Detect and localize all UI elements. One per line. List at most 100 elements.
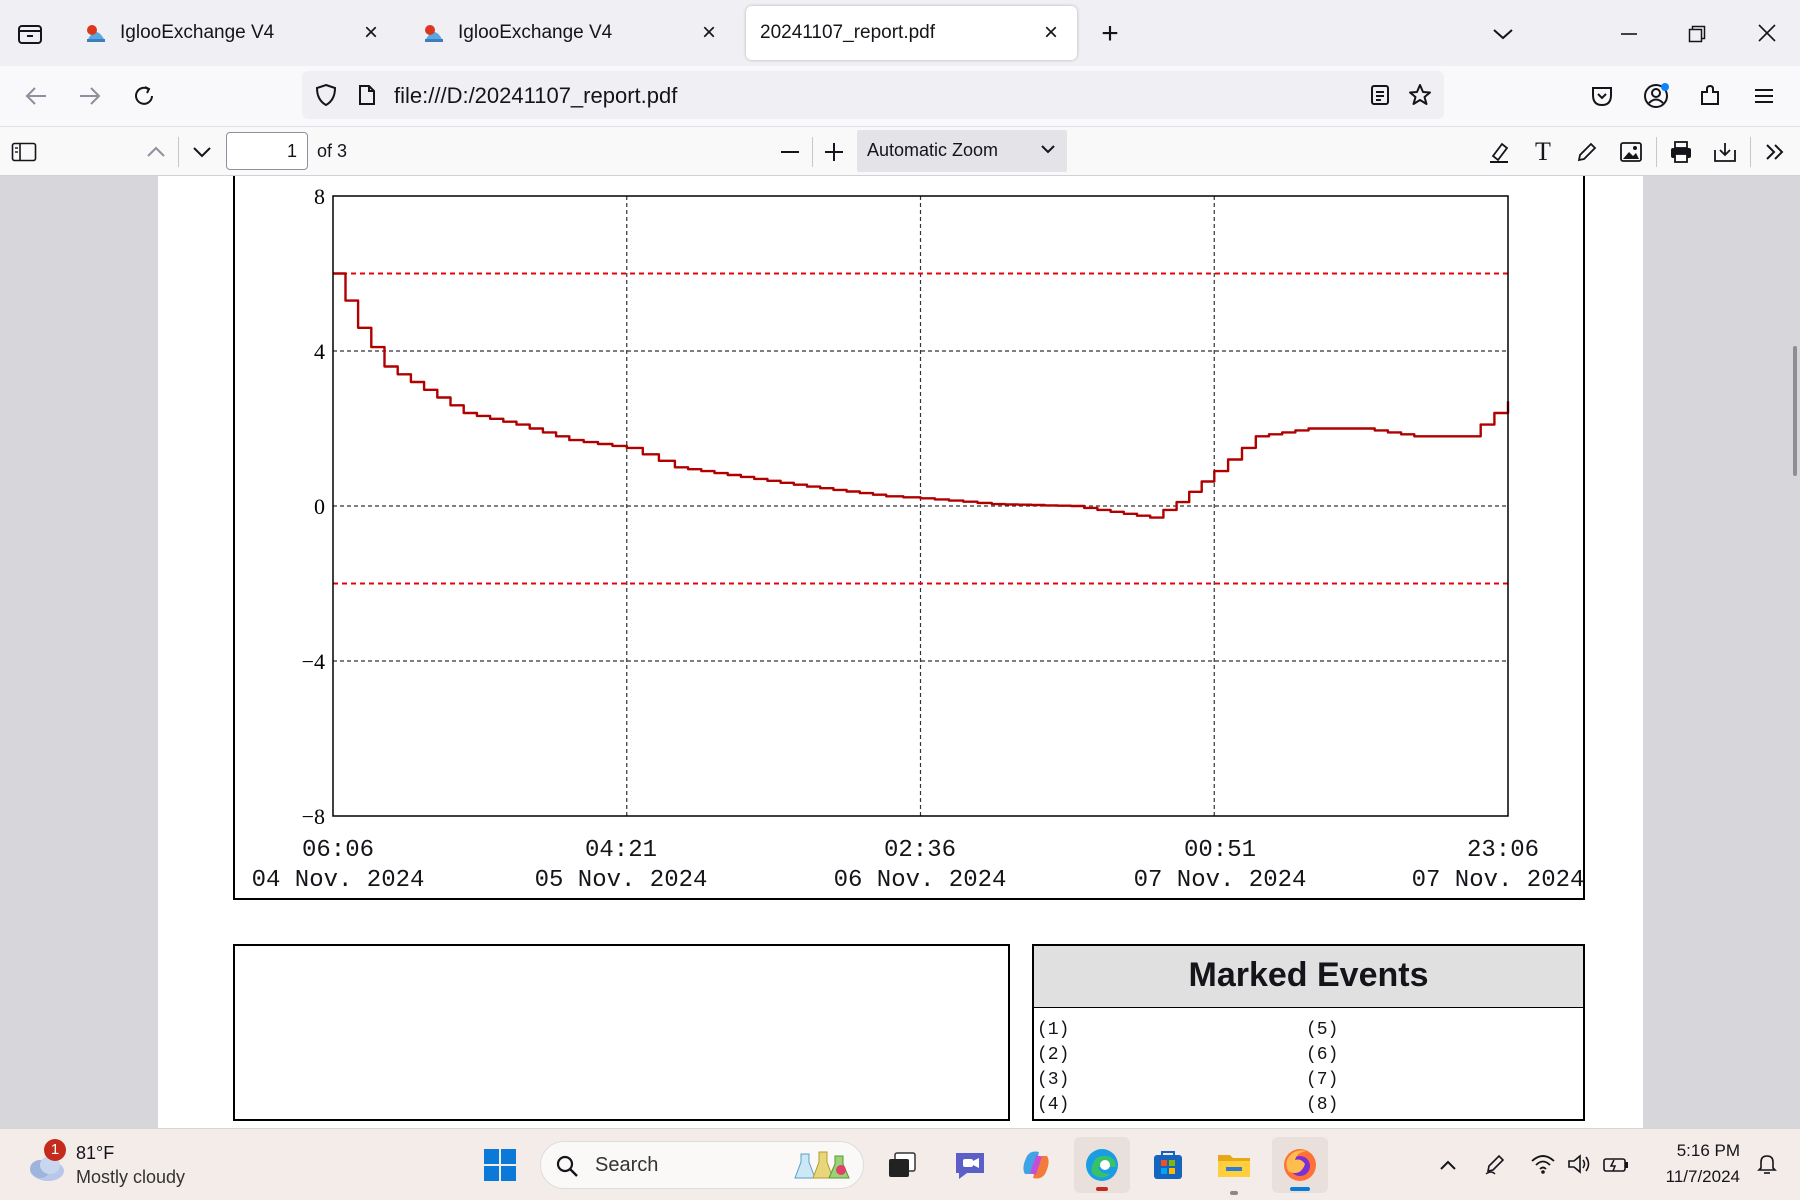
windows-start-icon[interactable] (476, 1141, 524, 1189)
zoom-select-value: Automatic Zoom (867, 140, 999, 160)
x-tick-time: 02:36 (883, 837, 956, 864)
y-tick-label: 0 (314, 494, 325, 519)
x-tick-date: 06 Nov. 2024 (833, 867, 1007, 894)
y-tick-label: −4 (302, 649, 325, 674)
toolbar-separator (1656, 137, 1657, 167)
edge-browser-icon[interactable] (1074, 1137, 1130, 1193)
search-icon (555, 1154, 579, 1178)
back-arrow-icon[interactable] (20, 80, 52, 112)
tab-strip: IglooExchange V4 × IglooExchange V4 × 20… (0, 0, 1800, 66)
clock-time[interactable]: 5:16 PM (1640, 1141, 1740, 1161)
file-explorer-icon[interactable] (1210, 1141, 1258, 1195)
windows-taskbar: 1 81°F Mostly cloudy Search 5:16 PM 11/7… (0, 1128, 1800, 1200)
events-left-column: (1) (2) (3) (4) (1037, 1018, 1069, 1118)
x-tick-time: 06:06 (301, 837, 374, 864)
chevron-down-icon (1041, 145, 1055, 154)
running-indicator (1096, 1187, 1108, 1191)
menu-hamburger-icon[interactable] (1748, 80, 1780, 112)
previous-page-chevron-icon[interactable] (142, 139, 170, 165)
account-icon[interactable] (1640, 80, 1672, 112)
pdf-viewer-area[interactable]: 8 4 0 −4 −8 06:06 04 Nov. 2024 04:21 05 Nov.… (0, 176, 1800, 1128)
zoom-in-icon[interactable] (820, 139, 848, 165)
microsoft-store-icon[interactable] (1144, 1141, 1192, 1189)
restore-window-icon[interactable] (1682, 20, 1712, 48)
page-count-label: of 3 (317, 141, 348, 161)
forward-arrow-icon[interactable] (74, 80, 106, 112)
print-icon[interactable] (1666, 137, 1696, 167)
save-download-icon[interactable] (1710, 137, 1740, 167)
zoom-out-icon[interactable] (776, 139, 804, 165)
add-image-icon[interactable] (1616, 137, 1646, 167)
x-tick-time: 00:51 (1183, 837, 1256, 864)
sidebar-toggle-icon[interactable] (10, 139, 38, 165)
address-bar[interactable]: file:///D:/20241107_report.pdf (302, 71, 1444, 119)
draw-pencil-icon[interactable] (1572, 137, 1602, 167)
marked-events-box: Marked Events (1) (2) (3) (4) (5) (6) (7… (1032, 944, 1585, 1121)
toolbar-separator (812, 137, 813, 167)
file-page-icon (354, 81, 380, 109)
hidden-icons-chevron-up-icon[interactable] (1434, 1151, 1462, 1179)
task-view-icon[interactable] (878, 1141, 926, 1189)
event-item: (6) (1306, 1045, 1339, 1065)
toolbar-separator (178, 137, 179, 167)
navigation-toolbar: file:///D:/20241107_report.pdf (0, 66, 1800, 127)
extensions-icon[interactable] (1694, 80, 1726, 112)
next-page-chevron-icon[interactable] (188, 139, 216, 165)
y-tick-label: 8 (314, 184, 325, 209)
running-indicator (1230, 1191, 1238, 1195)
tab-report-pdf[interactable]: 20241107_report.pdf × (746, 6, 1077, 60)
tab-iglooexchange-2[interactable]: IglooExchange V4 × (402, 6, 735, 60)
reload-icon[interactable] (128, 80, 160, 112)
notifications-bell-icon[interactable] (1752, 1149, 1782, 1179)
minimize-window-icon[interactable] (1614, 20, 1644, 48)
battery-icon[interactable] (1600, 1149, 1632, 1179)
volume-icon[interactable] (1564, 1149, 1594, 1179)
igloo-favicon-icon (422, 21, 446, 45)
text-tool-icon[interactable]: T (1528, 137, 1558, 167)
pen-tray-icon[interactable] (1480, 1149, 1510, 1179)
close-window-icon[interactable] (1752, 18, 1782, 48)
pdf-viewer-toolbar: 1 of 3 Automatic Zoom T (0, 127, 1800, 176)
events-right-column: (5) (6) (7) (8) (1306, 1018, 1338, 1118)
event-item: (3) (1037, 1070, 1070, 1090)
tab-label: IglooExchange V4 (120, 22, 275, 43)
x-tick-date: 07 Nov. 2024 (1411, 867, 1585, 894)
toolbar-separator (1750, 137, 1751, 167)
page-number-input[interactable]: 1 (226, 132, 308, 170)
weather-temperature[interactable]: 81°F (76, 1143, 114, 1164)
weather-alert-badge: 1 (44, 1139, 66, 1161)
firefox-icon[interactable] (1272, 1137, 1328, 1193)
weather-description[interactable]: Mostly cloudy (76, 1167, 185, 1188)
close-tab-icon[interactable]: × (697, 19, 721, 46)
event-item: (5) (1306, 1020, 1339, 1040)
tools-overflow-icon[interactable] (1760, 137, 1790, 167)
wifi-icon[interactable] (1528, 1149, 1558, 1179)
zoom-select[interactable]: Automatic Zoom (857, 130, 1067, 172)
copilot-icon[interactable] (1012, 1141, 1060, 1189)
tracking-shield-icon[interactable] (312, 81, 340, 109)
clock-date[interactable]: 11/7/2024 (1640, 1167, 1740, 1187)
tab-label: IglooExchange V4 (458, 22, 613, 43)
y-tick-label: 4 (314, 339, 325, 364)
tab-list-icon[interactable] (14, 20, 46, 48)
new-tab-plus-icon[interactable]: + (1094, 17, 1126, 50)
tab-iglooexchange-1[interactable]: IglooExchange V4 × (64, 6, 397, 60)
x-tick-date: 04 Nov. 2024 (251, 867, 425, 894)
highlight-pen-icon[interactable] (1484, 137, 1514, 167)
reader-view-icon[interactable] (1366, 81, 1394, 109)
bookmark-star-icon[interactable] (1406, 81, 1434, 109)
event-item: (1) (1037, 1020, 1070, 1040)
pdf-page: 8 4 0 −4 −8 06:06 04 Nov. 2024 04:21 05 Nov.… (158, 176, 1643, 1128)
vertical-scrollbar-thumb[interactable] (1793, 346, 1797, 476)
event-item: (2) (1037, 1045, 1070, 1065)
teams-chat-icon[interactable] (946, 1141, 994, 1189)
close-tab-icon[interactable]: × (1039, 19, 1063, 46)
search-placeholder: Search (595, 1154, 659, 1176)
pocket-icon[interactable] (1586, 80, 1618, 112)
tab-overflow-chevron-icon[interactable] (1488, 20, 1518, 48)
taskbar-search-box[interactable]: Search (540, 1141, 864, 1189)
tab-label: 20241107_report.pdf (760, 22, 936, 43)
url-text: file:///D:/20241107_report.pdf (394, 83, 678, 108)
active-app-indicator (1290, 1187, 1310, 1191)
close-tab-icon[interactable]: × (359, 19, 383, 46)
